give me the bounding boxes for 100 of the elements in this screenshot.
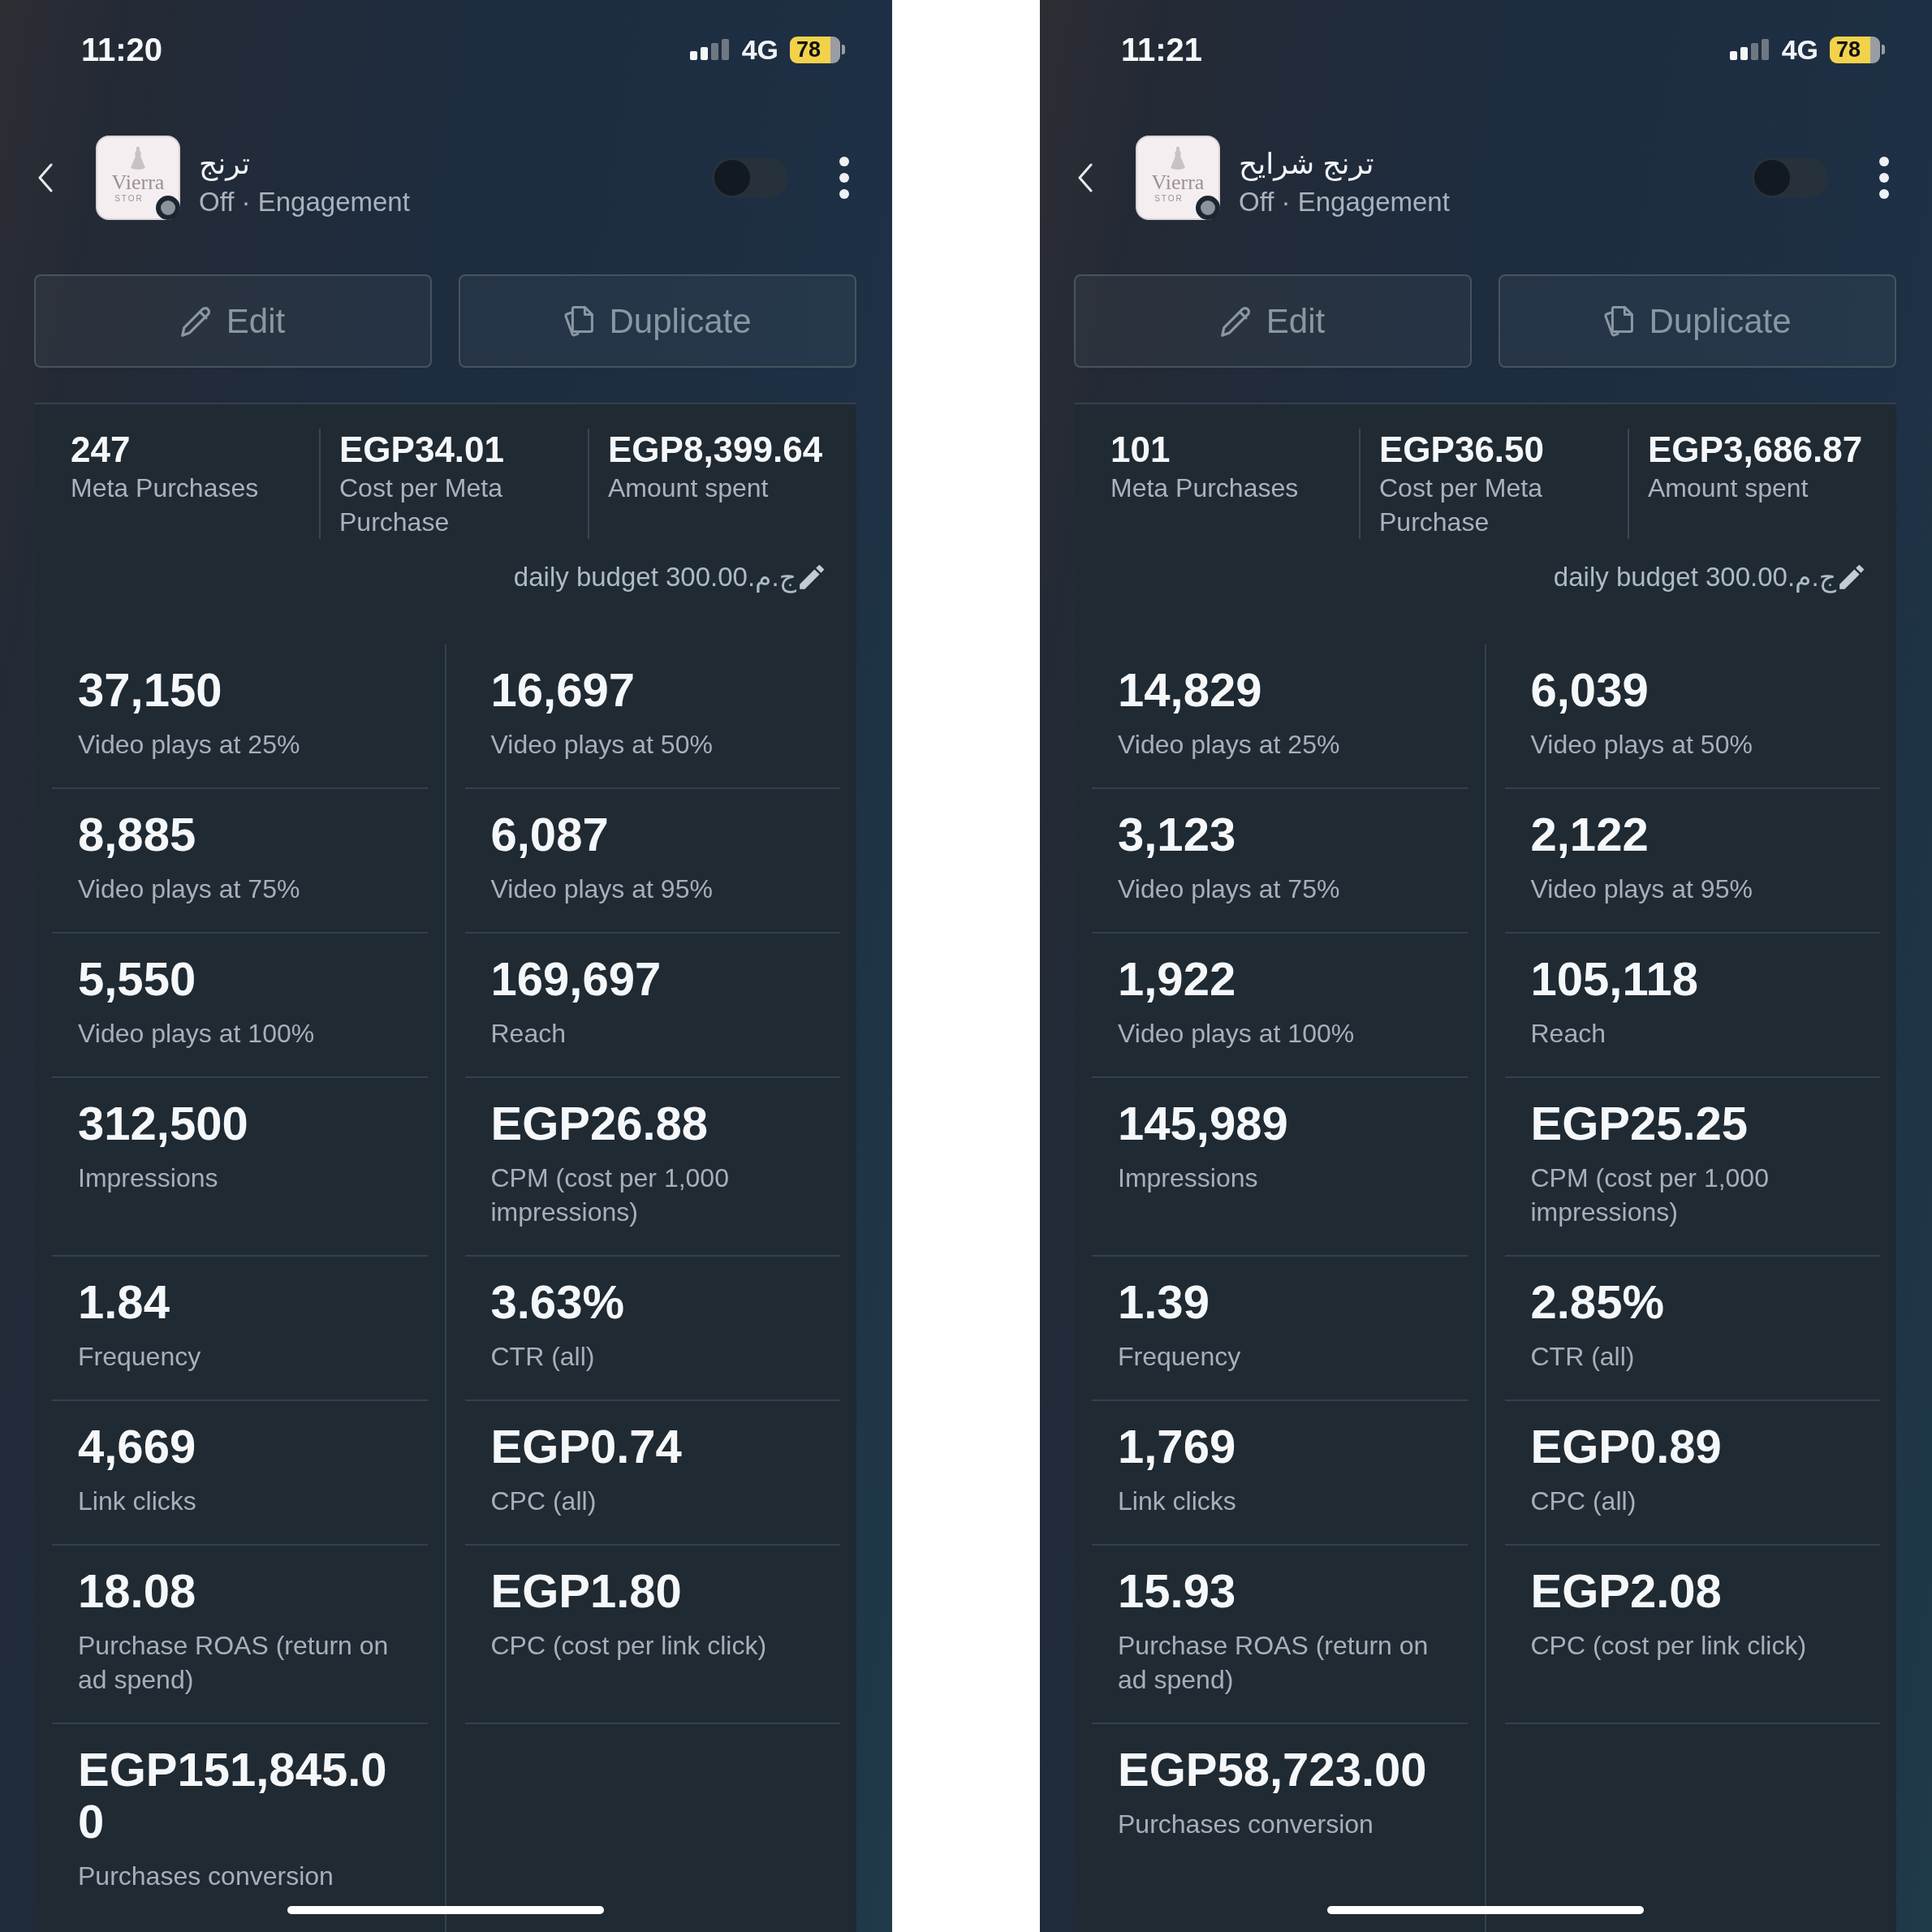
- battery-indicator: 78: [790, 36, 845, 63]
- metric-label: CPM (cost per 1,000 impressions): [1530, 1162, 1770, 1228]
- metric-value: 145,989: [1118, 1098, 1289, 1149]
- copy-icon: [563, 305, 595, 337]
- metric-value: EGP0.89: [1530, 1421, 1723, 1473]
- metric-value: EGP25.25: [1530, 1098, 1749, 1149]
- copy-icon: [1603, 305, 1635, 337]
- metric-value: 3,123: [1118, 809, 1237, 860]
- metric-label: Video plays at 75%: [78, 873, 301, 905]
- metric-value: 14,829: [1118, 664, 1263, 716]
- metric-label: Purchase ROAS (return on ad spend): [78, 1630, 390, 1696]
- metric-value: 16,697: [490, 664, 636, 716]
- metric-value: 6,039: [1530, 664, 1650, 716]
- metric-value: 37,150: [78, 664, 223, 716]
- metric-label: Purchases conversion: [78, 1861, 334, 1892]
- metric-value: 1.84: [78, 1276, 170, 1328]
- campaign-name: ترنج: [199, 146, 251, 183]
- metric-label: Purchases conversion: [1118, 1809, 1374, 1840]
- metric-label: CTR (all): [1530, 1341, 1636, 1373]
- logo-tagline: STOR: [114, 194, 144, 204]
- status-dot-icon: [156, 196, 180, 220]
- metric-value: 2,122: [1530, 809, 1650, 860]
- more-icon[interactable]: [1879, 157, 1889, 199]
- status-time: 11:21: [1121, 31, 1203, 68]
- metric-value: 2.85%: [1530, 1276, 1665, 1328]
- dress-icon: [1170, 147, 1186, 170]
- metric-label: Video plays at 75%: [1118, 873, 1341, 905]
- metric-value: 169,697: [490, 953, 662, 1005]
- stat-value: 101: [1110, 429, 1171, 471]
- battery-indicator: 78: [1830, 36, 1885, 63]
- metric-label: Video plays at 100%: [1118, 1018, 1356, 1050]
- metric-value: EGP0.74: [490, 1421, 683, 1473]
- metric-label: Video plays at 95%: [490, 873, 714, 905]
- toggle-switch[interactable]: [1752, 157, 1828, 198]
- metric-label: Link clicks: [1118, 1486, 1237, 1517]
- stat-label: Amount spent: [608, 472, 770, 504]
- more-icon[interactable]: [839, 157, 849, 199]
- metric-label: Video plays at 50%: [1530, 729, 1753, 761]
- duplicate-button[interactable]: Duplicate: [459, 274, 856, 368]
- dress-icon: [130, 147, 146, 170]
- stat-label: Meta Purchases: [1110, 472, 1300, 504]
- logo-tagline: STOR: [1154, 194, 1184, 204]
- stat-value: 247: [71, 429, 132, 471]
- metric-label: CPC (all): [490, 1486, 597, 1517]
- metric-label: Link clicks: [78, 1486, 197, 1517]
- metric-label: Reach: [1530, 1018, 1606, 1050]
- metric-value: 18.08: [78, 1565, 197, 1617]
- network-type: 4G: [741, 33, 778, 66]
- metric-value: EGP26.88: [490, 1098, 709, 1149]
- pencil-icon: [1220, 305, 1252, 337]
- stat-label: Cost per Meta Purchase: [1379, 472, 1543, 538]
- metric-value: 1.39: [1118, 1276, 1210, 1328]
- metric-value: 1,769: [1118, 1421, 1237, 1473]
- metric-label: CPC (cost per link click): [490, 1630, 768, 1662]
- network-type: 4G: [1781, 33, 1818, 66]
- metric-value: EGP151,845.00: [78, 1744, 388, 1848]
- metric-value: 5,550: [78, 953, 197, 1005]
- stat-value: EGP8,399.64: [608, 429, 824, 471]
- back-icon[interactable]: [1077, 163, 1093, 192]
- campaign-status-text: Off · Engagement: [1239, 186, 1450, 218]
- metric-label: Video plays at 95%: [1530, 873, 1753, 905]
- metric-label: Video plays at 25%: [78, 729, 301, 761]
- status-dot-icon: [1196, 196, 1220, 220]
- metric-value: 15.93: [1118, 1565, 1237, 1617]
- campaign-status-text: Off · Engagement: [199, 186, 410, 218]
- daily-budget-text: daily budget 300.00ج.م.: [1553, 561, 1836, 594]
- pencil-icon[interactable]: [800, 565, 824, 589]
- metric-value: 312,500: [78, 1098, 249, 1149]
- metric-label: CPM (cost per 1,000 impressions): [490, 1162, 730, 1228]
- metric-label: Reach: [490, 1018, 567, 1050]
- metric-value: EGP2.08: [1530, 1565, 1723, 1617]
- metric-label: Video plays at 100%: [78, 1018, 316, 1050]
- metric-label: Video plays at 50%: [490, 729, 714, 761]
- status-time: 11:20: [81, 31, 163, 68]
- back-icon[interactable]: [37, 163, 54, 192]
- signal-icon: [689, 39, 731, 60]
- pencil-icon: [180, 305, 212, 337]
- stat-value: EGP36.50: [1379, 429, 1546, 471]
- metric-value: 8,885: [78, 809, 197, 860]
- logo-name: Vierra: [111, 171, 165, 194]
- metric-value: 105,118: [1530, 953, 1699, 1005]
- campaign-name: ترنج شرايح: [1239, 146, 1374, 183]
- stat-value: EGP34.01: [339, 429, 506, 471]
- edit-button[interactable]: Edit: [1074, 274, 1472, 368]
- edit-button[interactable]: Edit: [34, 274, 432, 368]
- stat-label: Amount spent: [1648, 472, 1809, 504]
- metric-value: 6,087: [490, 809, 610, 860]
- stat-label: Cost per Meta Purchase: [339, 472, 503, 538]
- metric-value: 1,922: [1118, 953, 1237, 1005]
- duplicate-button[interactable]: Duplicate: [1499, 274, 1896, 368]
- stat-label: Meta Purchases: [71, 472, 260, 504]
- toggle-switch[interactable]: [712, 157, 788, 198]
- metric-value: 3.63%: [490, 1276, 625, 1328]
- metric-label: CPC (all): [1530, 1486, 1637, 1517]
- metric-value: EGP58,723.00: [1118, 1744, 1428, 1796]
- stat-value: EGP3,686.87: [1648, 429, 1864, 471]
- metric-label: Frequency: [78, 1341, 202, 1373]
- pencil-icon[interactable]: [1839, 565, 1864, 589]
- metric-label: Purchase ROAS (return on ad spend): [1118, 1630, 1430, 1696]
- signal-icon: [1729, 39, 1770, 60]
